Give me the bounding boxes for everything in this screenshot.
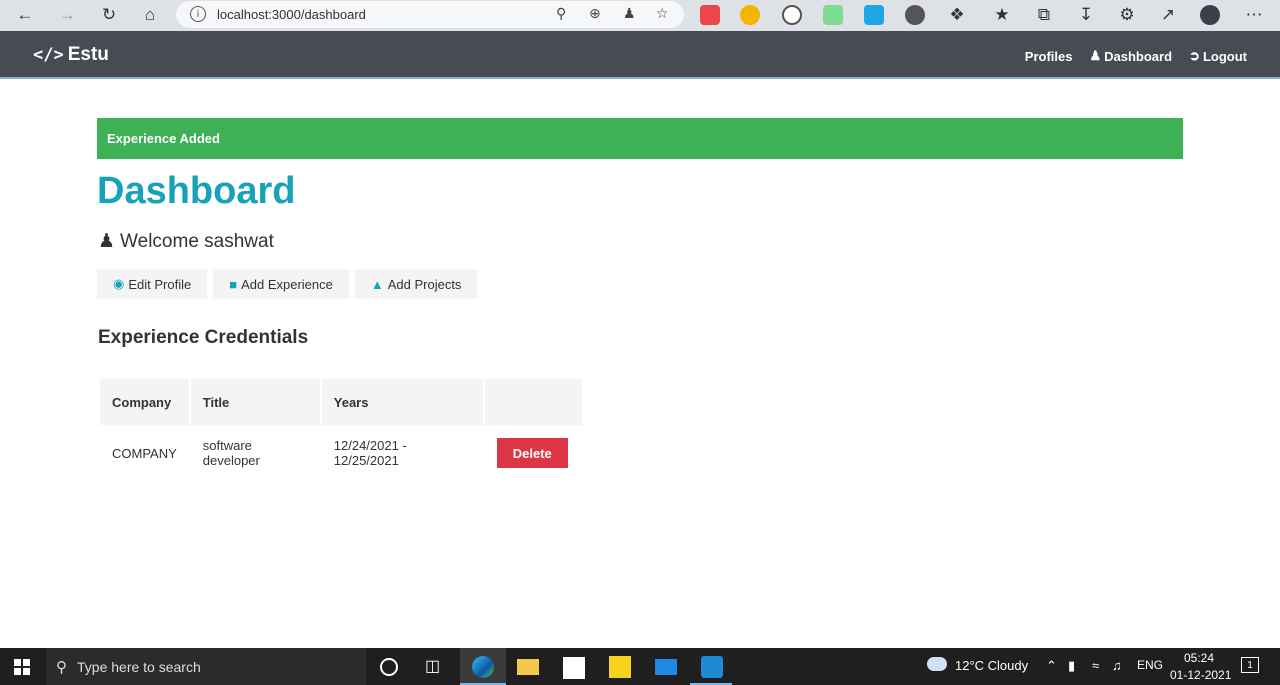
address-bar[interactable]: i localhost:3000/dashboard ⚲ ⊕ ♟ ☆	[176, 1, 684, 28]
extension-icon[interactable]	[905, 5, 925, 25]
table-header-row: Company Title Years	[100, 379, 582, 425]
delete-button[interactable]: Delete	[496, 438, 568, 468]
search-icon: ⚲	[56, 658, 67, 676]
experience-table: Company Title Years COMPANY software dev…	[98, 379, 584, 481]
graduation-cap-icon: ▲	[370, 276, 384, 292]
volume-icon[interactable]: ♫	[1112, 658, 1122, 673]
section-title: Experience Credentials	[98, 327, 309, 348]
nav-dashboard[interactable]: ♟ Dashboard	[1089, 48, 1172, 64]
cloud-icon[interactable]	[927, 657, 947, 671]
performance-icon[interactable]: ⚙	[1116, 4, 1138, 26]
success-alert: Experience Added	[97, 118, 1183, 159]
refresh-icon[interactable]: ↻	[98, 4, 120, 26]
nav-logout-label: Logout	[1202, 48, 1247, 64]
add-experience-label: Add Experience	[241, 276, 333, 292]
extension-icon[interactable]	[700, 5, 720, 25]
extensions-puzzle-icon[interactable]: ❖	[946, 4, 968, 26]
task-view-icon[interactable]: ◫	[425, 656, 447, 678]
nav-profiles[interactable]: Profiles	[1025, 48, 1073, 64]
taskbar: ⚲ Type here to search ◫ 12°C Cloudy ⌃ ▮ …	[0, 648, 1280, 685]
user-circle-icon: ◉	[113, 276, 125, 291]
welcome-text: Welcome sashwat	[120, 230, 274, 252]
wifi-icon[interactable]: ≈	[1092, 658, 1099, 673]
table-row: COMPANY software developer 12/24/2021 - …	[100, 425, 582, 481]
edit-profile-button[interactable]: ◉ Edit Profile	[97, 269, 208, 299]
url-text[interactable]: localhost:3000/dashboard	[217, 7, 366, 22]
extension-icon[interactable]	[740, 5, 760, 25]
add-projects-label: Add Projects	[387, 276, 462, 292]
dashboard-actions: ◉ Edit Profile ■ Add Experience ▲ Add Pr…	[97, 269, 478, 299]
edge-taskbar-item[interactable]	[460, 648, 506, 685]
weather-text[interactable]: 12°C Cloudy	[955, 658, 1028, 673]
years-cell: 12/24/2021 - 12/25/2021	[333, 438, 407, 468]
column-header: Company	[100, 379, 189, 425]
notification-count: 1	[1247, 659, 1253, 671]
action-cell: Delete	[485, 425, 582, 481]
site-info-icon[interactable]: i	[190, 6, 206, 22]
welcome-message: ♟ Welcome sashwat	[98, 230, 274, 253]
logout-icon: ➲	[1189, 48, 1200, 63]
profile-guard-icon[interactable]: ♟	[623, 6, 636, 22]
extension-icon[interactable]	[823, 5, 843, 25]
browser-toolbar: ← → ↻ ⌂ i localhost:3000/dashboard ⚲ ⊕ ♟…	[0, 0, 1280, 31]
edit-profile-label: Edit Profile	[128, 276, 192, 292]
zoom-icon[interactable]: ⊕	[589, 6, 601, 22]
extension-icon[interactable]	[782, 5, 802, 25]
collections-icon[interactable]: ⧉	[1033, 4, 1055, 26]
store-icon[interactable]	[563, 657, 585, 679]
company-cell: COMPANY	[112, 445, 177, 461]
search-placeholder: Type here to search	[77, 658, 201, 675]
code-icon: </>	[33, 45, 64, 65]
taskbar-search[interactable]: ⚲ Type here to search	[46, 648, 366, 685]
file-explorer-icon[interactable]	[517, 659, 539, 675]
column-header: Title	[190, 379, 320, 425]
user-icon: ♟	[1089, 48, 1102, 63]
home-icon[interactable]: ⌂	[139, 4, 161, 26]
column-header	[484, 379, 582, 425]
app-navbar: </> Estu Profiles ♟ Dashboard ➲ Logout	[0, 31, 1280, 79]
more-icon[interactable]: ⋯	[1243, 4, 1265, 26]
favorite-icon[interactable]: ☆	[656, 6, 669, 22]
user-icon: ♟	[98, 231, 116, 252]
language-indicator[interactable]: ENG	[1137, 658, 1163, 672]
battery-icon[interactable]: ▮	[1068, 658, 1075, 674]
nav-profiles-label: Profiles	[1024, 48, 1073, 64]
downloads-icon[interactable]: ↧	[1075, 4, 1097, 26]
vscode-taskbar-item[interactable]	[690, 648, 732, 685]
nav-dashboard-label: Dashboard	[1104, 48, 1173, 64]
vscode-icon	[701, 656, 723, 678]
sticky-notes-icon[interactable]	[609, 656, 631, 678]
clock-time[interactable]: 05:24	[1184, 651, 1214, 665]
page-title: Dashboard	[97, 170, 296, 212]
add-experience-button[interactable]: ■ Add Experience	[213, 269, 349, 299]
notification-center-icon[interactable]: 1	[1241, 657, 1259, 673]
edge-icon	[472, 656, 494, 678]
forward-icon[interactable]: →	[56, 4, 78, 26]
mail-icon[interactable]	[655, 659, 677, 675]
nav-logout[interactable]: ➲ Logout	[1189, 48, 1247, 64]
clock-date[interactable]: 01-12-2021	[1170, 668, 1231, 682]
avatar[interactable]	[1200, 5, 1220, 25]
chevron-up-icon[interactable]: ⌃	[1046, 658, 1057, 674]
back-icon[interactable]: ←	[14, 4, 36, 26]
extension-icon[interactable]	[864, 5, 884, 25]
windows-start-icon[interactable]	[14, 659, 30, 675]
column-header: Years	[321, 379, 483, 425]
cortana-icon[interactable]	[380, 658, 398, 676]
briefcase-icon: ■	[229, 276, 238, 292]
add-projects-button[interactable]: ▲ Add Projects	[354, 269, 478, 299]
brand-link[interactable]: </> Estu	[33, 44, 109, 66]
brand-name: Estu	[67, 44, 109, 65]
key-icon[interactable]: ⚲	[556, 6, 566, 22]
share-icon[interactable]: ↗	[1157, 4, 1179, 26]
title-cell: software developer	[202, 438, 260, 468]
favorites-icon[interactable]: ★	[991, 4, 1013, 26]
